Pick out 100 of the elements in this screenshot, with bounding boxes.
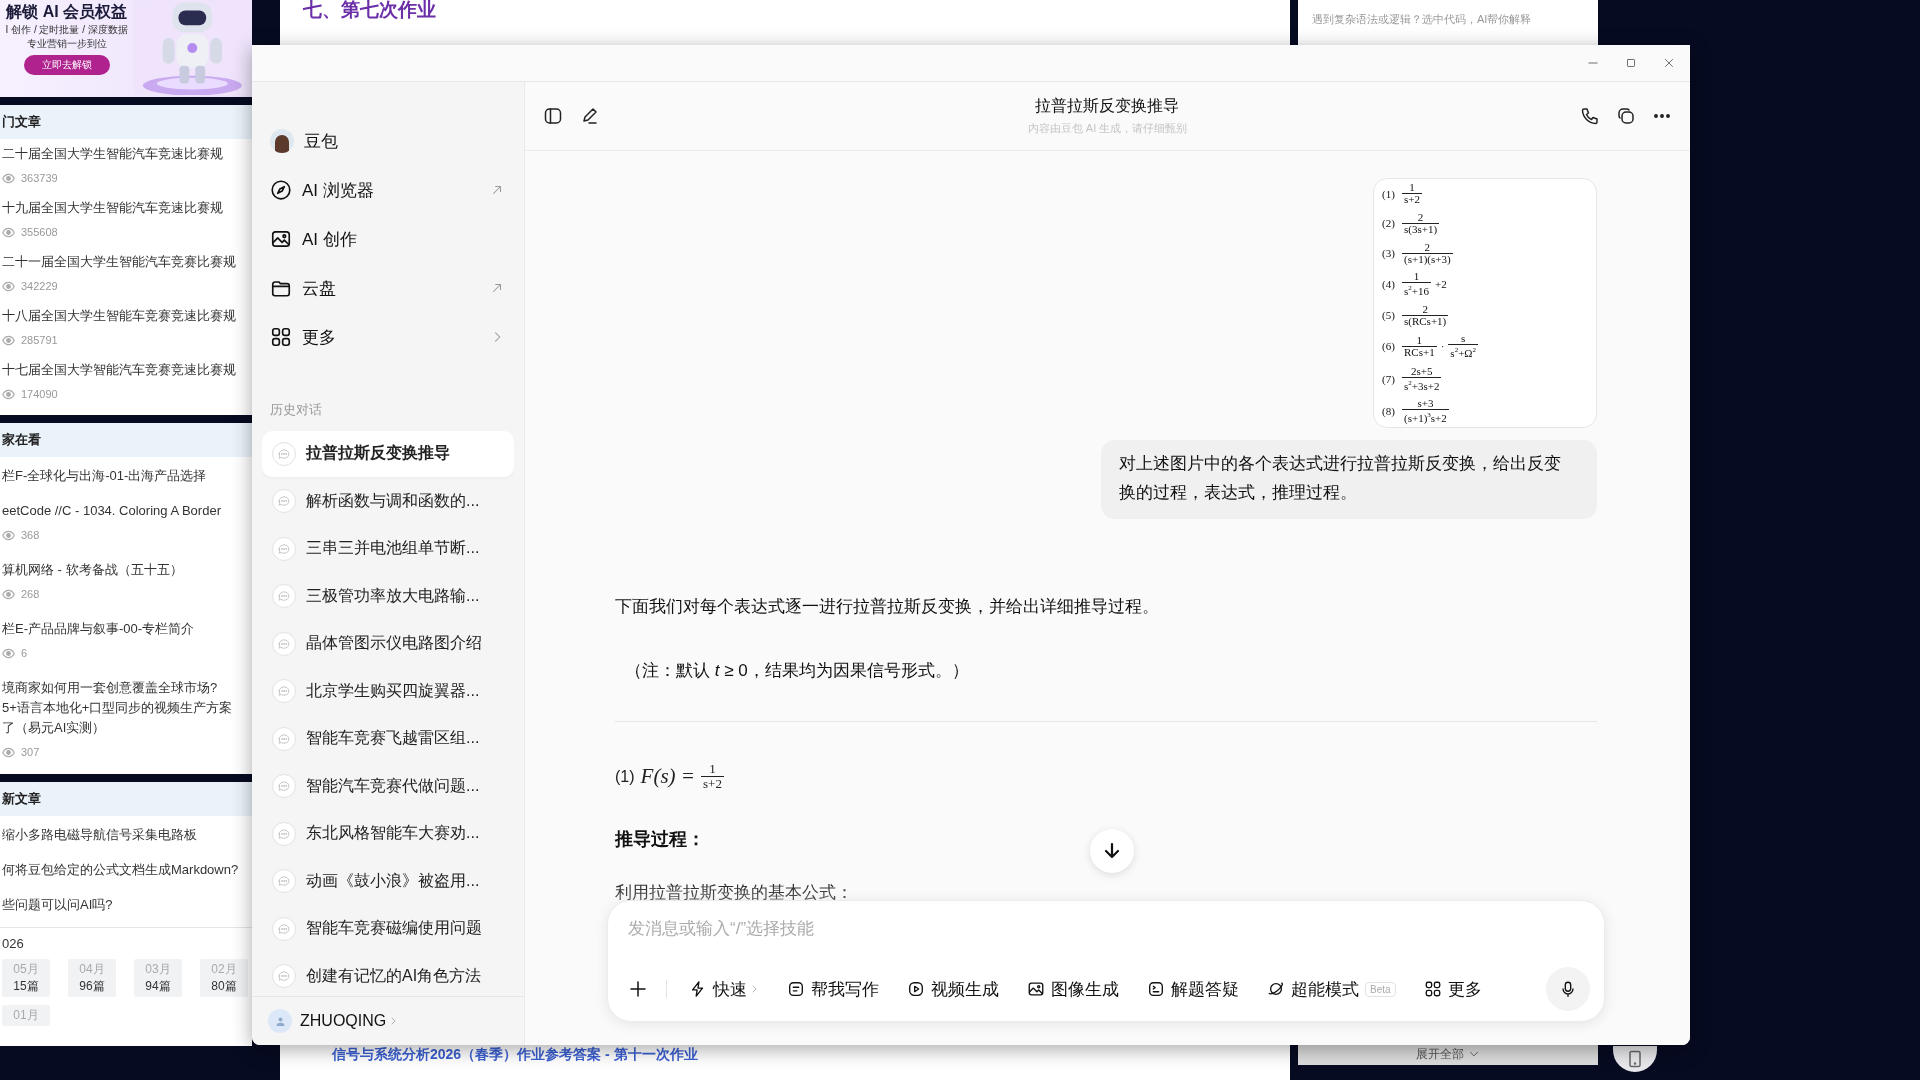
formula-number: (8) xyxy=(1382,405,1396,418)
history-item[interactable]: 智能车竞赛磁编使用问题 xyxy=(262,906,514,952)
phone-icon[interactable] xyxy=(1580,106,1600,126)
skill-button[interactable]: 视频生成 xyxy=(895,971,1011,1007)
maximize-icon[interactable] xyxy=(1624,56,1638,70)
history-item[interactable]: 解析函数与调和函数的... xyxy=(262,478,514,524)
denominator: s$^{2}$+3s+2 xyxy=(1402,376,1442,392)
section-title: 新文章 xyxy=(0,782,252,816)
skill-button[interactable]: 解题答疑 xyxy=(1135,971,1251,1007)
section-label: 历史对话 xyxy=(270,401,323,419)
archive-month[interactable]: 05月 15篇 xyxy=(2,959,50,997)
nav-item[interactable]: AI 创作 xyxy=(262,219,514,259)
view-count: 6 xyxy=(21,646,28,661)
views-icon xyxy=(2,528,15,542)
expand-button[interactable]: 展开全部 xyxy=(1416,1045,1480,1063)
numerator: 1 xyxy=(708,762,717,776)
article-link[interactable]: 缩小多路电磁导航信号采集电路板 xyxy=(2,825,242,845)
archive-month[interactable]: 02月 80篇 xyxy=(200,959,248,997)
views-icon xyxy=(2,745,15,759)
nav-item[interactable]: 豆包 xyxy=(262,121,514,161)
skill-button[interactable]: 图像生成 xyxy=(1015,971,1131,1007)
microphone-button[interactable] xyxy=(1546,967,1590,1011)
archive-year: 026 xyxy=(2,936,25,951)
sidebar-toggle-icon[interactable] xyxy=(543,106,563,126)
article-link[interactable]: 二十一届全国大学生智能汽车竞赛比赛规 xyxy=(2,252,242,272)
formula-number: (2) xyxy=(1382,217,1396,230)
section-heading: 七、第七次作业 xyxy=(302,0,437,20)
chat-icon xyxy=(272,726,296,751)
user-profile[interactable]: ZHUOQING xyxy=(252,996,524,1045)
formula-number: (5) xyxy=(1382,309,1396,322)
compass-icon xyxy=(270,179,292,201)
unlock-button[interactable]: 立即去解锁 xyxy=(23,55,110,75)
views-icon xyxy=(2,225,15,239)
user-message: 对上述图片中的各个表达式进行拉普拉斯反变换，给出反变换的过程，表达式，推理过程。 xyxy=(1101,440,1597,519)
history-item[interactable]: 三串三并电池组单节断... xyxy=(262,526,514,572)
skill-button[interactable]: 更多 xyxy=(1411,971,1494,1007)
history-item[interactable]: 拉普拉斯反变换推导 xyxy=(262,431,514,477)
nav-item[interactable]: AI 浏览器 xyxy=(262,170,514,210)
history-item[interactable]: 创建有记忆的AI角色方法 xyxy=(262,953,514,996)
formula-number: (6) xyxy=(1382,340,1396,353)
nav-item[interactable]: 更多 xyxy=(262,317,514,357)
article-link[interactable]: 二十届全国大学生智能汽车竞速比赛规 xyxy=(2,144,242,164)
formula-term: F(s) = xyxy=(640,764,695,789)
article-link[interactable]: 境商家如何用一套创意覆盖全球市场?5+语言本地化+口型同步的视频生产方案了（易元AI实测） xyxy=(2,678,242,738)
history-item[interactable]: 动画《鼓小浪》被盗用... xyxy=(262,858,514,904)
formula-number: (1) xyxy=(1382,187,1396,200)
article-link[interactable]: 算机网络 - 软考备战（五十五） xyxy=(2,560,242,580)
tip-text: 遇到复杂语法或逻辑？选中代码，AI帮你解释 xyxy=(1311,12,1533,27)
view-count: 285791 xyxy=(21,333,58,348)
skill-button[interactable]: 快速 xyxy=(677,971,771,1007)
image-icon xyxy=(270,228,292,250)
beta-badge: Beta xyxy=(1365,981,1396,997)
history-item[interactable]: 东北风格智能车大赛劝... xyxy=(262,811,514,857)
skill-button[interactable]: 帮我写作 xyxy=(775,971,891,1007)
chat-icon xyxy=(272,679,296,704)
checklist-icon xyxy=(1147,980,1165,998)
article-link[interactable]: 十七届全国大学智能汽车竞赛竞速比赛规 xyxy=(2,360,242,380)
play-icon xyxy=(907,980,925,998)
scroll-down-button[interactable] xyxy=(1090,829,1134,873)
article-link[interactable]: 信号与系统分析2026（春季）作业参考答案 - 第十一次作业 xyxy=(332,1046,698,1064)
close-icon[interactable] xyxy=(1662,56,1676,70)
ad-title: 解锁 AI 会员权益 xyxy=(6,2,128,22)
reply-paragraph: 利用拉普拉斯变换的基本公式： xyxy=(615,882,854,904)
numerator: 1 xyxy=(1412,271,1421,283)
chat-icon xyxy=(272,489,296,514)
copy-icon[interactable] xyxy=(1616,106,1636,126)
chat-icon xyxy=(272,821,296,846)
history-item[interactable]: 智能车竞赛飞越雷区组... xyxy=(262,716,514,762)
numerator: 2 xyxy=(1416,211,1425,223)
article-link[interactable]: 栏E-产品品牌与叙事-00-专栏简介 xyxy=(2,619,242,639)
article-link[interactable]: 十九届全国大学生智能汽车竞速比赛规 xyxy=(2,198,242,218)
nav-item[interactable]: 云盘 xyxy=(262,268,514,308)
planet-icon xyxy=(1267,980,1285,998)
denominator: RCs+1 xyxy=(1402,345,1437,358)
numerator: 1 xyxy=(1415,334,1424,346)
article-link[interactable]: 十八届全国大学生智能车竞赛竞速比赛规 xyxy=(2,306,242,326)
formula-number: (4) xyxy=(1382,278,1396,291)
history-item[interactable]: 智能汽车竞赛代做问题... xyxy=(262,763,514,809)
message-input[interactable]: 发消息或输入“/”选择技能 xyxy=(628,915,1590,943)
tablet-button[interactable] xyxy=(1613,1046,1657,1072)
article-link[interactable]: eetCode //C - 1034. Coloring A Border xyxy=(2,501,242,521)
history-item[interactable]: 北京学生购买四旋翼器... xyxy=(262,668,514,714)
denominator: s+2 xyxy=(701,776,724,791)
article-link[interactable]: 些问题可以问AI吗? xyxy=(2,895,242,915)
views-icon xyxy=(2,279,15,293)
archive-month[interactable]: 03月 94篇 xyxy=(134,959,182,997)
article-link[interactable]: 栏F-全球化与出海-01-出海产品选择 xyxy=(2,466,242,486)
grid-icon xyxy=(270,326,292,348)
skill-button[interactable]: 超能模式 Beta xyxy=(1255,971,1408,1007)
history-item[interactable]: 晶体管图示仪电路图介绍 xyxy=(262,621,514,667)
archive-month[interactable]: 04月 96篇 xyxy=(68,959,116,997)
external-link-icon xyxy=(490,183,504,197)
microphone-icon xyxy=(1559,980,1577,998)
formula-number: (7) xyxy=(1382,372,1396,385)
numerator: 1 xyxy=(1408,182,1416,193)
denominator: s(3s+1) xyxy=(1402,222,1440,235)
article-link[interactable]: 何将豆包给定的公式文档生成Markdown? xyxy=(2,860,242,880)
history-item[interactable]: 三极管功率放大电路输... xyxy=(262,573,514,619)
chat-icon xyxy=(272,536,296,561)
view-count: 355608 xyxy=(21,225,58,240)
